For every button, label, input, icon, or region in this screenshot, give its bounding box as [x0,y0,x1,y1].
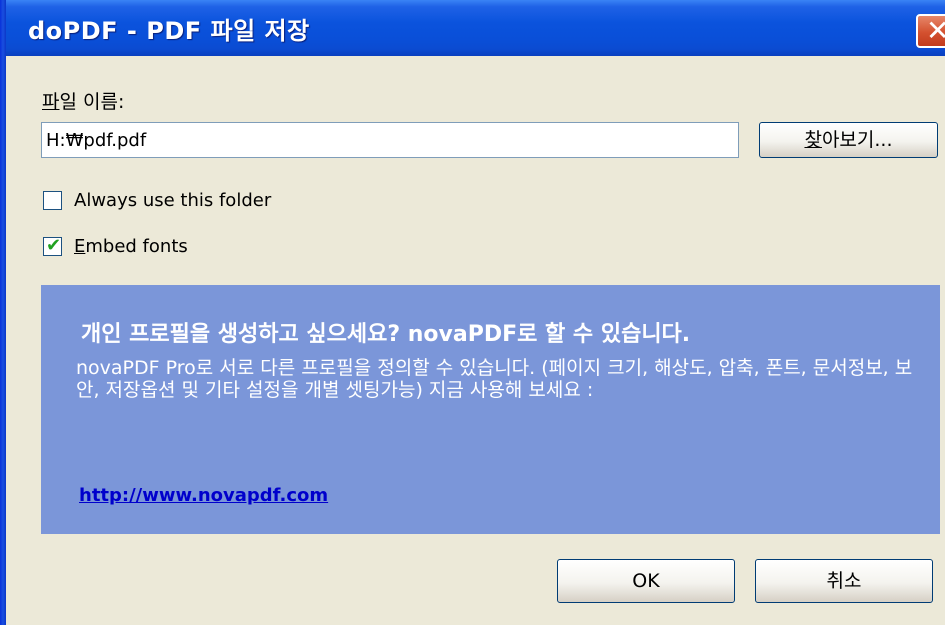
promo-heading: 개인 프로필을 생성하고 싶으세요? novaPDF로 할 수 있습니다. [81,322,691,347]
embed-fonts-label: Embed fonts [74,236,188,257]
filename-label-text: 일 이름: [59,91,125,113]
close-icon: ✕ [926,14,945,47]
embed-fonts-label-text: mbed fonts [85,236,188,257]
ok-button[interactable]: OK [557,559,735,603]
browse-button-label: 아보기... [821,129,893,151]
browse-button[interactable]: 찾아보기... [759,122,938,158]
cancel-button[interactable]: 취소 [755,559,933,603]
novapdf-promo-panel: 개인 프로필을 생성하고 싶으세요? novaPDF로 할 수 있습니다. no… [41,285,940,534]
promo-body: novaPDF Pro로 서로 다른 프로필을 정의할 수 있습니다. (페이지… [76,357,913,401]
title-bar[interactable]: doPDF - PDF 파일 저장 ✕ [0,0,945,56]
close-button[interactable]: ✕ [916,14,945,48]
window-title: doPDF - PDF 파일 저장 [28,17,310,45]
always-use-folder-checkbox[interactable] [43,191,62,210]
novapdf-link[interactable]: http://www.novapdf.com [79,485,328,506]
browse-button-accelerator: 찾 [804,129,822,151]
filename-label: 파일 이름: [42,87,124,114]
filename-label-accelerator: 파 [42,91,60,113]
embed-fonts-label-accelerator: E [74,236,86,257]
checkmark-icon: ✔ [46,235,62,256]
always-use-folder-label: Always use this folder [74,190,272,211]
dialog-body: 파일 이름: 찾아보기... Always use this folder ✔ … [6,56,945,625]
filename-input[interactable] [41,122,739,158]
embed-fonts-checkbox[interactable]: ✔ [43,235,62,256]
save-pdf-dialog: doPDF - PDF 파일 저장 ✕ 파일 이름: 찾아보기... Alway… [0,0,945,625]
